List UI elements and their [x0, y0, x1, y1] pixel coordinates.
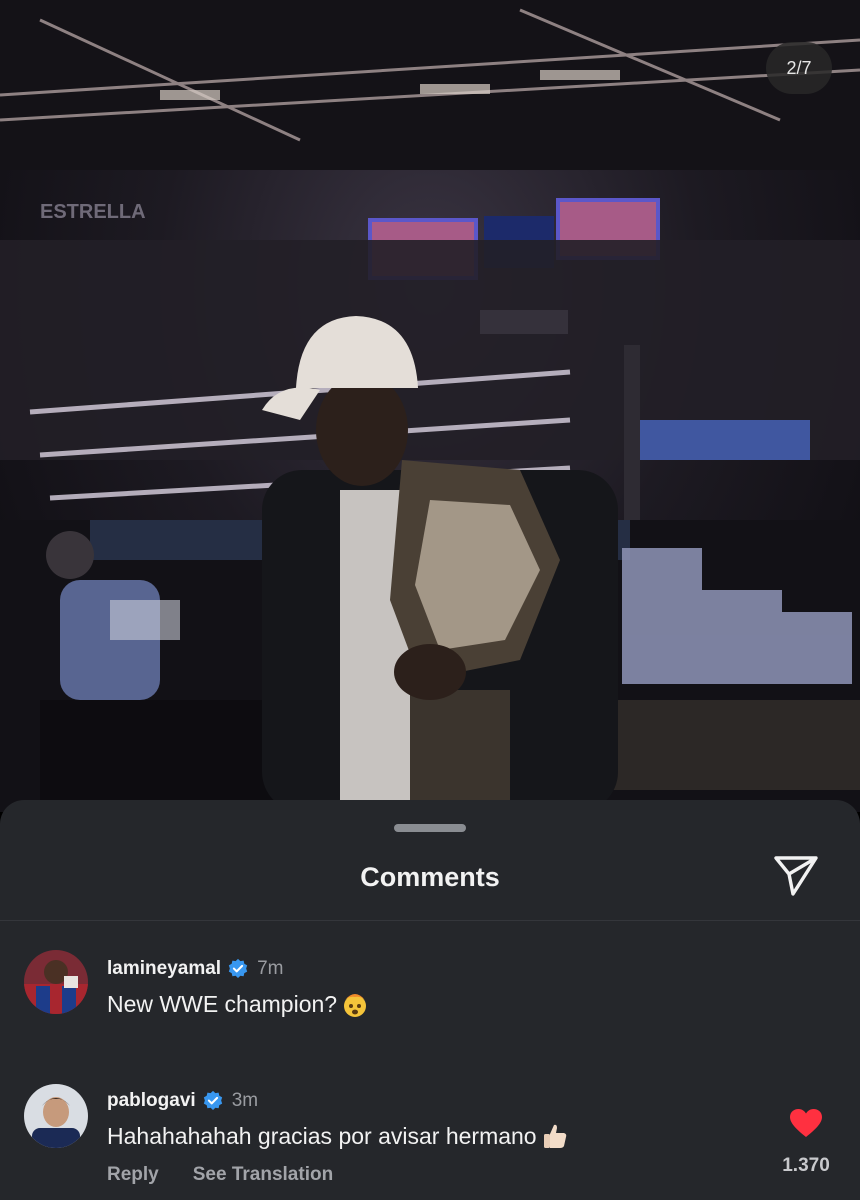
comments-sheet: Comments lamineyamal 7m New WWE champion… — [0, 800, 860, 1200]
comment-username[interactable]: lamineyamal — [107, 958, 221, 980]
post-photo[interactable]: ESTRELLA 2/7 — [0, 0, 860, 812]
like-button[interactable]: 1.370 — [768, 1108, 844, 1177]
screen: ESTRELLA 2/7 Comments lamineyamal 7m New… — [0, 0, 860, 1200]
sheet-title: Comments — [360, 862, 500, 892]
comment-text: New WWE champion? — [107, 990, 338, 1017]
comment-text-row: New WWE champion? — [107, 990, 369, 1018]
comment-text-row: Hahahahahah gracias por avisar hermano — [107, 1122, 569, 1150]
heart-icon — [790, 1109, 822, 1137]
image-counter: 2/7 — [766, 42, 832, 94]
avatar[interactable] — [24, 1084, 88, 1148]
arena-scene-illustration: ESTRELLA — [0, 0, 860, 812]
user-avatar-icon — [24, 1084, 88, 1148]
like-count: 1.370 — [782, 1155, 830, 1176]
drag-handle[interactable] — [394, 824, 466, 832]
comment-text: Hahahahahah gracias por avisar hermano — [107, 1122, 537, 1149]
comment-username[interactable]: pablogavi — [107, 1090, 196, 1112]
verified-badge-icon — [228, 958, 248, 978]
see-translation-button[interactable]: See Translation — [193, 1164, 333, 1186]
arena-sign: ESTRELLA — [40, 201, 146, 223]
paper-plane-icon — [774, 856, 818, 896]
sheet-divider — [0, 920, 860, 921]
exploding-head-emoji-icon — [344, 994, 367, 1017]
reply-button[interactable]: Reply — [107, 1164, 159, 1186]
avatar[interactable] — [24, 950, 88, 1014]
comment-time: 7m — [257, 958, 284, 979]
share-button[interactable] — [772, 854, 820, 898]
user-avatar-icon — [24, 950, 88, 1014]
comment-time: 3m — [231, 1090, 259, 1111]
verified-badge-icon — [203, 1090, 222, 1110]
thumbs-up-emoji-icon — [543, 1124, 566, 1148]
comment-actions: Reply See Translation — [107, 1164, 333, 1186]
